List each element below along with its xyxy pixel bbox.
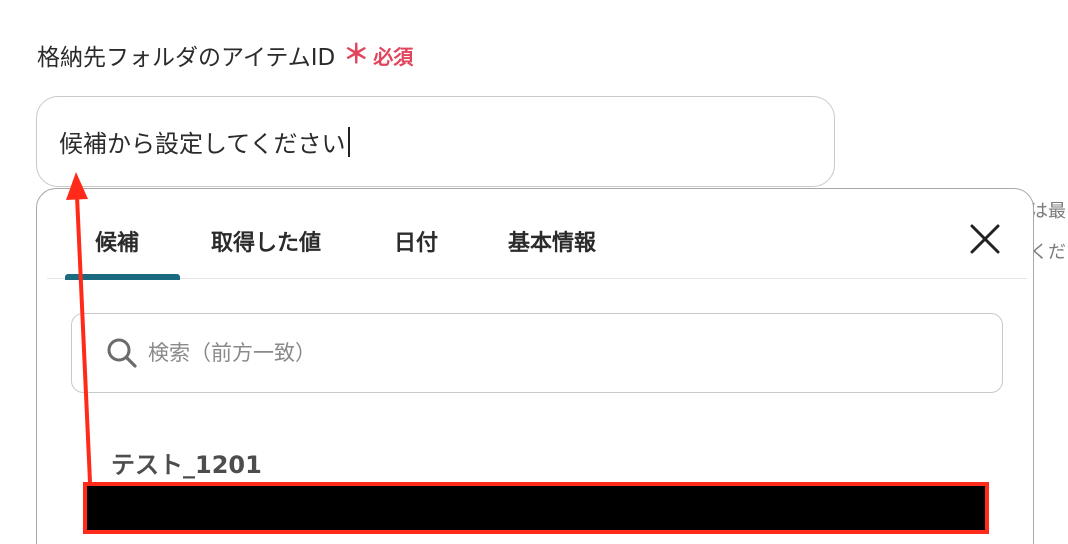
active-tab-indicator: [65, 274, 180, 280]
redacted-option-item[interactable]: [83, 482, 989, 534]
tab-basic-info[interactable]: 基本情報: [508, 225, 596, 257]
field-label-text: 格納先フォルダのアイテムID: [37, 45, 336, 71]
tab-date[interactable]: 日付: [394, 225, 438, 257]
tab-acquired-values[interactable]: 取得した値: [211, 225, 321, 257]
search-icon: [107, 338, 137, 368]
form-stage: 格納先フォルダのアイテムID ＊ 必須 候補から設定してください は最 くだ 候…: [0, 0, 1068, 544]
option-group-label[interactable]: テスト_1201: [111, 445, 262, 480]
search-input[interactable]: [148, 341, 968, 365]
tab-candidates[interactable]: 候補: [95, 225, 139, 257]
search-field[interactable]: [71, 313, 1003, 393]
item-id-input-text: 候補から設定してください: [59, 130, 346, 158]
suggestion-dropdown: 候補 取得した値 日付 基本情報 テスト_1201: [36, 188, 1034, 544]
required-asterisk: ＊: [343, 40, 370, 70]
background-text-peek: くだ: [1030, 242, 1066, 263]
text-caret: [347, 126, 350, 157]
background-text-peek: は最: [1030, 201, 1066, 222]
required-label: 必須: [373, 44, 414, 69]
tab-bar: 候補 取得した値 日付 基本情報: [47, 207, 1027, 280]
close-button[interactable]: [967, 221, 1003, 257]
item-id-input[interactable]: 候補から設定してください: [36, 96, 835, 187]
field-label: 格納先フォルダのアイテムID ＊ 必須: [37, 38, 413, 72]
close-icon: [970, 224, 1000, 254]
